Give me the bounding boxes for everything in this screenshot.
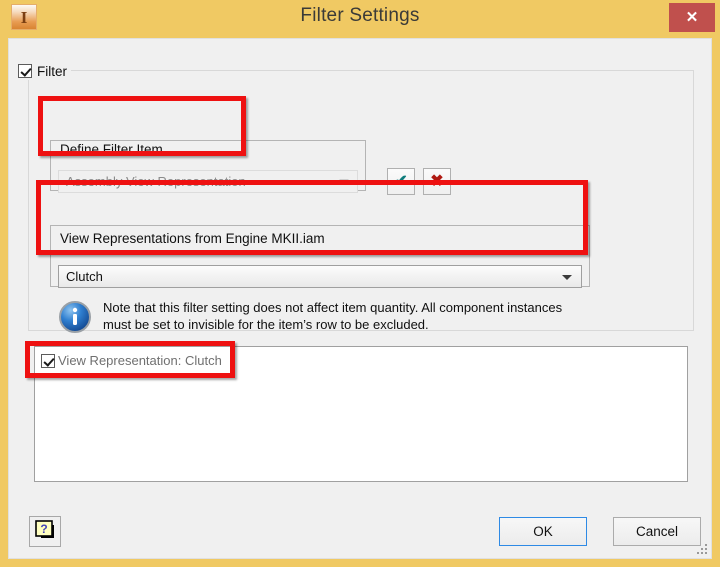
reject-filter-button[interactable]: ✖ [423, 168, 451, 195]
chevron-down-icon [339, 179, 349, 184]
close-x-icon: ✖ [430, 173, 444, 190]
help-icon: ? [35, 520, 54, 538]
filter-group-box [28, 70, 694, 331]
list-item[interactable]: View Representation: Clutch [41, 353, 222, 368]
list-item-checkbox[interactable] [41, 353, 55, 368]
chevron-down-icon [562, 275, 572, 280]
info-icon [58, 300, 92, 334]
window-title: Filter Settings [300, 5, 420, 26]
titlebar: I Filter Settings ✕ [0, 0, 720, 38]
view-representations-label: View Representations from Engine MKII.ia… [56, 231, 329, 246]
close-button[interactable]: ✕ [669, 3, 715, 32]
ok-button[interactable]: OK [499, 517, 587, 546]
close-icon: ✕ [685, 9, 699, 26]
list-item-label: View Representation: Clutch [58, 353, 222, 368]
filter-settings-window: I Filter Settings ✕ Filter Define Filter… [0, 0, 720, 567]
accept-filter-button[interactable]: ✔ [387, 168, 415, 195]
dialog-client-area: Filter Define Filter Item Assembly View … [8, 38, 712, 559]
filter-note-text: Note that this filter setting does not a… [103, 300, 563, 332]
define-filter-item-label: Define Filter Item [56, 142, 167, 157]
filter-item-type-dropdown[interactable]: Assembly View Representation [58, 170, 358, 193]
svg-text:?: ? [40, 522, 47, 536]
filter-checkbox-label: Filter [37, 63, 67, 79]
filter-checkbox[interactable] [18, 64, 32, 78]
resize-grip-icon[interactable] [695, 542, 709, 556]
view-representation-value: Clutch [66, 269, 103, 284]
cancel-button[interactable]: Cancel [613, 517, 701, 546]
check-icon: ✔ [394, 173, 408, 190]
filter-checkbox-row[interactable]: Filter [16, 62, 71, 80]
view-representation-dropdown[interactable]: Clutch [58, 265, 582, 288]
filter-item-type-value: Assembly View Representation [66, 174, 246, 189]
filter-items-listbox[interactable]: View Representation: Clutch [34, 346, 688, 482]
help-button[interactable]: ? [29, 516, 61, 547]
